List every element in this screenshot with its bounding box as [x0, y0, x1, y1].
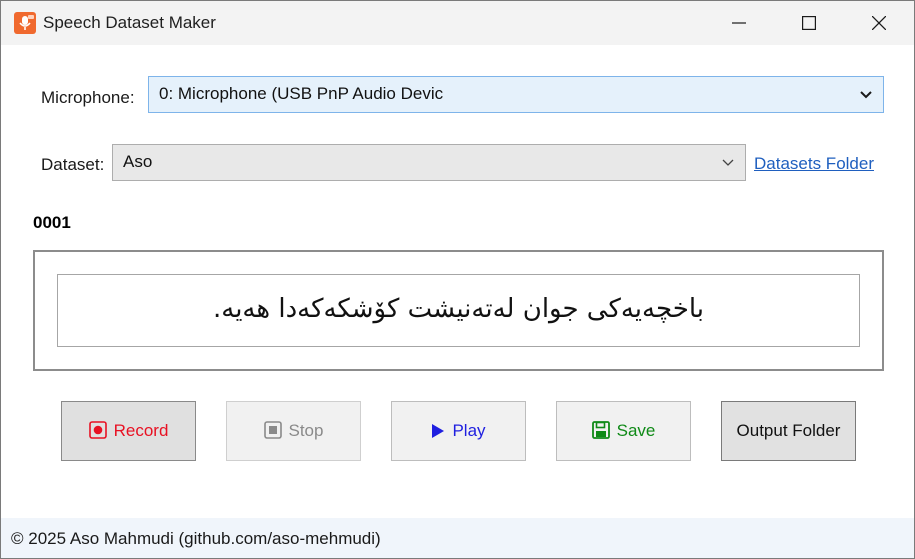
floppy-disk-icon: [591, 421, 610, 439]
microphone-label: Microphone:: [41, 88, 135, 107]
close-button[interactable]: [844, 1, 914, 45]
sentence-textbox: باخچەیەکی جوان لەتەنیشت کۆشکەکەدا هەیە.: [57, 274, 860, 347]
play-button-label: Play: [452, 421, 486, 440]
sentence-panel: باخچەیەکی جوان لەتەنیشت کۆشکەکەدا هەیە.: [33, 250, 884, 371]
minimize-icon: [732, 22, 746, 24]
sentence-number: 0001: [33, 213, 71, 232]
app-window: Speech Dataset Maker Microphone: 0: Micr…: [0, 0, 915, 559]
window-title: Speech Dataset Maker: [43, 13, 216, 32]
maximize-icon: [802, 16, 816, 30]
stop-icon: [263, 421, 282, 439]
stop-button[interactable]: Stop: [226, 401, 361, 461]
datasets-folder-link[interactable]: Datasets Folder: [754, 154, 874, 174]
save-button[interactable]: Save: [556, 401, 691, 461]
dataset-select[interactable]: Aso: [112, 144, 746, 181]
play-icon: [432, 424, 445, 438]
output-folder-button-label: Output Folder: [736, 421, 841, 440]
copyright-text: © 2025 Aso Mahmudi (github.com/aso-mehmu…: [11, 529, 381, 548]
sentence-text: باخچەیەکی جوان لەتەنیشت کۆشکەکەدا هەیە.: [212, 294, 704, 324]
minimize-button[interactable]: [704, 1, 774, 45]
stop-button-label: Stop: [288, 421, 324, 440]
title-bar[interactable]: Speech Dataset Maker: [1, 1, 914, 45]
record-button-label: Record: [113, 421, 169, 440]
play-button[interactable]: Play: [391, 401, 526, 461]
dataset-label: Dataset:: [41, 155, 105, 174]
status-bar: © 2025 Aso Mahmudi (github.com/aso-mehmu…: [1, 518, 914, 558]
main-content: Microphone: 0: Microphone (USB PnP Audio…: [1, 45, 914, 518]
chevron-down-icon: [860, 91, 872, 99]
app-microphone-icon: [14, 12, 36, 34]
record-icon: [88, 421, 107, 439]
maximize-button[interactable]: [774, 1, 844, 45]
microphone-selected-value: 0: Microphone (USB PnP Audio Devic: [159, 84, 444, 103]
microphone-select[interactable]: 0: Microphone (USB PnP Audio Devic: [148, 76, 884, 113]
chevron-down-icon: [722, 159, 734, 166]
save-button-label: Save: [616, 421, 656, 440]
dataset-selected-value: Aso: [123, 152, 153, 171]
output-folder-button[interactable]: Output Folder: [721, 401, 856, 461]
record-button[interactable]: Record: [61, 401, 196, 461]
close-icon: [872, 16, 886, 30]
